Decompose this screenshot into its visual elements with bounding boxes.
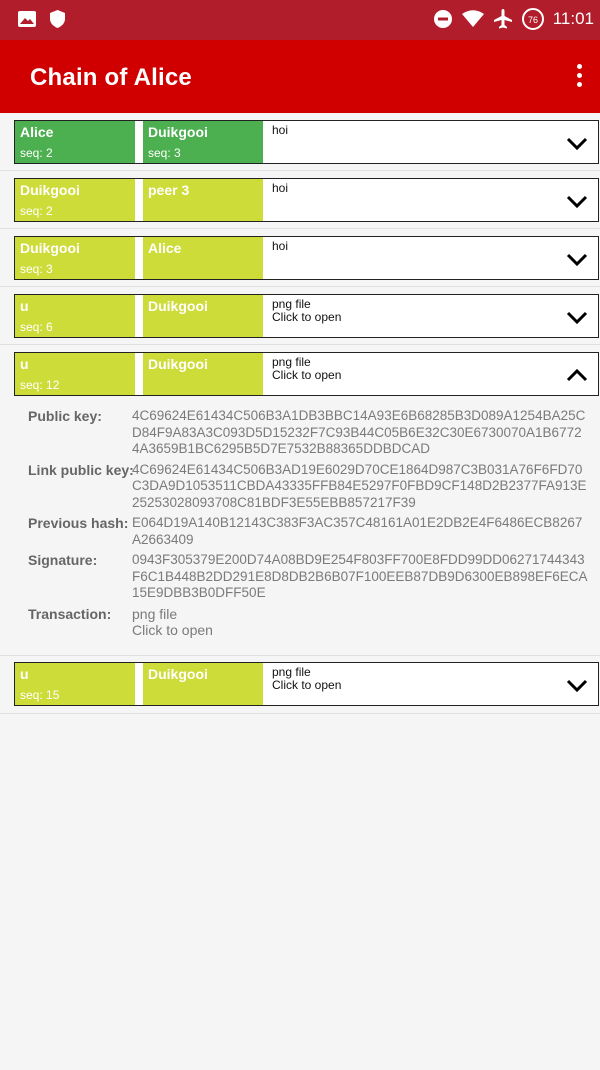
previous-hash-value: E064D19A140B12143C383F3AC357C48161A01E2D… [132, 515, 583, 547]
status-bar: 76 11:01 [0, 0, 600, 40]
block-creator: Alice seq: 2 [15, 121, 135, 163]
block-content: png file Click to open [272, 355, 342, 382]
overflow-menu-icon[interactable] [574, 64, 584, 90]
block-creator: u seq: 12 [15, 353, 135, 395]
block-peer: Duikgooi seq: 3 [143, 121, 263, 163]
signature-value: 0943F305379E200D74A08BD9E254F803FF700E8F… [132, 552, 588, 600]
block-card[interactable]: u seq: 15 Duikgooi png file Click to ope… [14, 662, 599, 706]
app-bar: Chain of Alice [0, 40, 600, 113]
block-content: png file Click to open [272, 297, 342, 324]
chevron-down-icon[interactable] [566, 191, 588, 211]
airplane-icon [493, 9, 512, 29]
block-card[interactable]: Alice seq: 2 Duikgooi seq: 3 hoi [14, 120, 599, 164]
block-peer: Duikgooi [143, 353, 263, 395]
previous-hash-label: Previous hash: [28, 515, 129, 531]
do-not-disturb-icon [433, 10, 452, 28]
block-peer: Alice [143, 237, 263, 279]
block-creator: u seq: 15 [15, 663, 135, 705]
clock: 11:01 [552, 9, 594, 28]
svg-text:76: 76 [528, 15, 538, 25]
chevron-down-icon[interactable] [566, 249, 588, 269]
signature-label: Signature: [28, 552, 98, 568]
block-creator: u seq: 6 [15, 295, 135, 337]
transaction-label: Transaction: [28, 605, 112, 622]
page-title: Chain of Alice [30, 64, 192, 91]
block-creator: Duikgooi seq: 3 [15, 237, 135, 279]
block-details: Public key: 4C69624E61434C506B3A1DB3BBC1… [28, 408, 588, 643]
shield-icon [50, 10, 65, 28]
block-creator: Duikgooi seq: 2 [15, 179, 135, 221]
block-card-expanded[interactable]: u seq: 12 Duikgooi png file Click to ope… [14, 352, 599, 396]
public-key-value: 4C69624E61434C506B3A1DB3BBC14A93E6B68285… [132, 408, 586, 456]
chevron-down-icon[interactable] [566, 133, 588, 153]
block-content: hoi [272, 123, 289, 137]
block-content: hoi [272, 181, 289, 195]
block-card[interactable]: Duikgooi seq: 2 peer 3 hoi [14, 178, 599, 222]
link-public-key-label: Link public key: [28, 461, 134, 478]
block-content: hoi [272, 239, 289, 253]
transaction-value[interactable]: png file Click to open [132, 606, 213, 639]
block-card[interactable]: u seq: 6 Duikgooi png file Click to open [14, 294, 599, 338]
link-public-key-value: 4C69624E61434C506B3AD19E6029D70CE1864D98… [132, 461, 587, 510]
block-card[interactable]: Duikgooi seq: 3 Alice hoi [14, 236, 599, 280]
wifi-icon [461, 10, 484, 27]
block-content: png file Click to open [272, 665, 342, 692]
chevron-down-icon[interactable] [566, 307, 588, 327]
chevron-up-icon[interactable] [566, 365, 588, 385]
image-icon [18, 11, 36, 27]
block-peer: Duikgooi [143, 295, 263, 337]
block-peer: peer 3 [143, 179, 263, 221]
battery-icon: 76 [521, 8, 544, 30]
block-peer: Duikgooi [143, 663, 263, 705]
chevron-down-icon[interactable] [566, 675, 588, 695]
public-key-label: Public key: [28, 408, 102, 424]
